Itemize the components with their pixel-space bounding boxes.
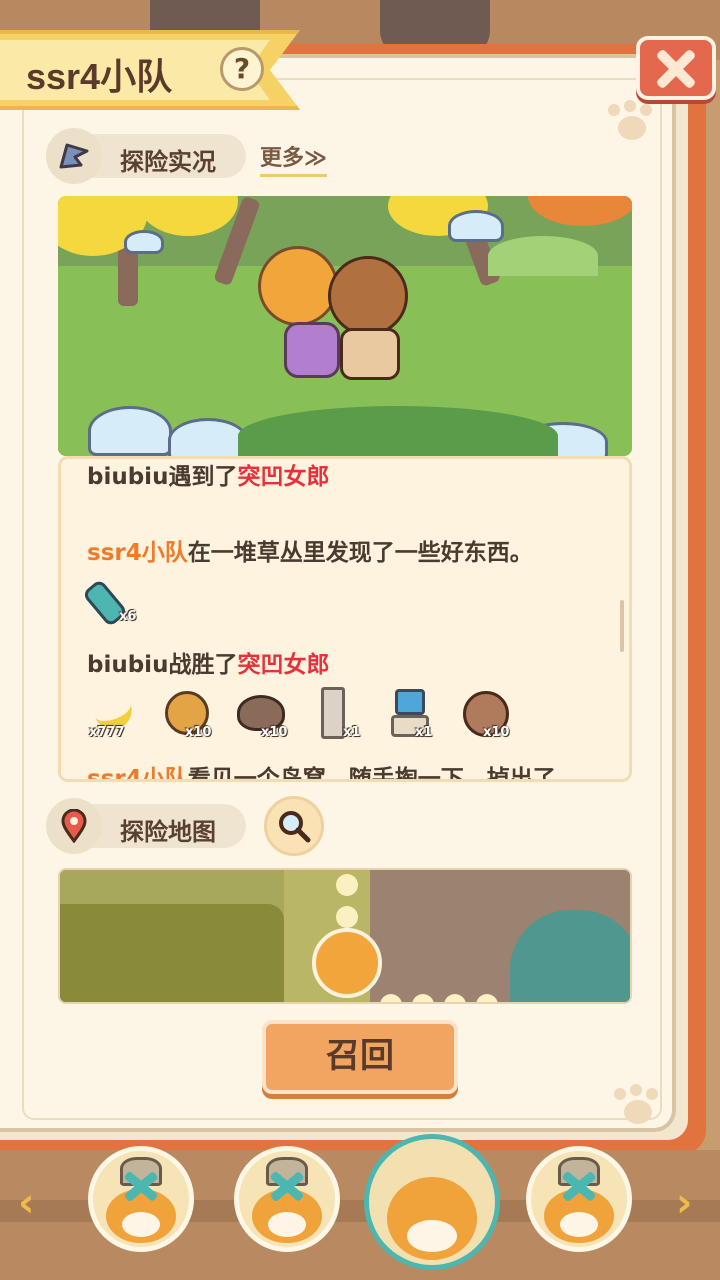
cabinet-icon (321, 687, 345, 739)
paw-print-icon (614, 1084, 662, 1126)
team-slot-2[interactable] (234, 1146, 340, 1252)
log-scrollbar[interactable] (620, 600, 624, 652)
help-button[interactable]: ? (220, 47, 264, 91)
more-link[interactable]: 更多≫ (260, 140, 328, 177)
expedition-log[interactable]: biubiu遇到了突凹女郎 ssr4小队在一堆草丛里发现了一些好东西。 x6 b… (58, 456, 632, 782)
map-section-label: 探险地图 (46, 798, 246, 854)
reward-item: x1 (391, 685, 451, 743)
reward-item: x10 (161, 689, 221, 743)
location-pin-icon (46, 798, 102, 854)
flag-icon (46, 128, 102, 184)
lion-character (258, 246, 338, 326)
log-entry: ssr4小队在一堆草丛里发现了一些好东西。 (87, 540, 533, 566)
expedition-scene (58, 196, 632, 456)
next-arrow-icon[interactable]: › (676, 1180, 692, 1226)
team-slot-4[interactable] (526, 1146, 632, 1252)
map-section-title: 探险地图 (120, 818, 216, 846)
machine-icon (395, 689, 425, 715)
expedition-map[interactable] (58, 868, 632, 1004)
close-button[interactable] (636, 36, 716, 100)
team-slot-3-selected[interactable] (364, 1134, 500, 1270)
team-location-marker[interactable] (312, 928, 382, 998)
paw-print-icon (608, 100, 656, 142)
map-search-button[interactable] (264, 796, 324, 856)
reward-item: x10 (459, 689, 521, 743)
live-section-label: 探险实况 (46, 128, 246, 184)
recall-button[interactable]: 召回 (262, 1020, 458, 1094)
reward-item: x6 (81, 575, 143, 628)
reward-item: x10 (235, 689, 295, 743)
prev-arrow-icon[interactable]: ‹ (18, 1180, 34, 1226)
log-entry: ssr4小队看见一个鸟窝，随手掏一下，掉出了 (87, 766, 556, 782)
reward-item: x1 (317, 685, 377, 743)
team-name: ssr4小队 (26, 56, 173, 97)
live-section-title: 探险实况 (120, 148, 216, 176)
reward-item: x777 (87, 689, 147, 743)
serval-character (328, 256, 408, 336)
log-entry: biubiu遇到了突凹女郎 (87, 464, 330, 490)
magnifier-icon (279, 811, 311, 843)
team-slot-1[interactable] (88, 1146, 194, 1252)
log-entry: biubiu战胜了突凹女郎 (87, 652, 330, 678)
